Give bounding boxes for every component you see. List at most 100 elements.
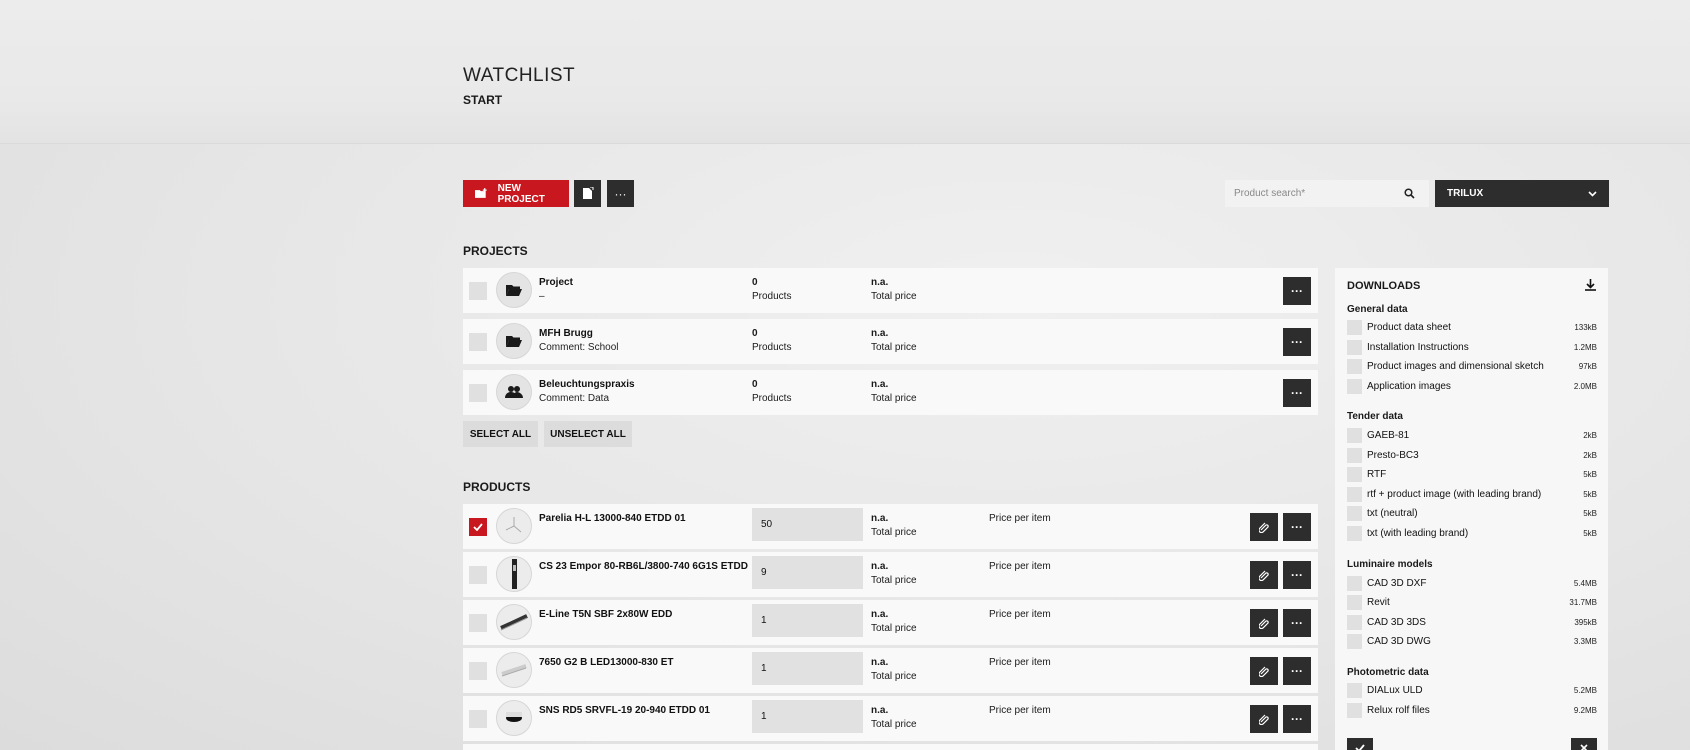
product-more-button[interactable]: ···	[1283, 561, 1311, 589]
attach-button[interactable]	[1250, 657, 1278, 685]
project-row[interactable]: MFH Brugg Comment: School 0 Products n.a…	[463, 319, 1318, 364]
search-icon[interactable]	[1404, 188, 1415, 199]
users-icon	[496, 374, 532, 410]
download-item[interactable]: CAD 3D DXF 5.4MB	[1347, 576, 1597, 592]
attach-button[interactable]	[1250, 561, 1278, 589]
download-checkbox[interactable]	[1347, 320, 1362, 335]
download-checkbox[interactable]	[1347, 379, 1362, 394]
project-checkbox[interactable]	[469, 384, 487, 402]
download-checkbox[interactable]	[1347, 634, 1362, 649]
quantity-input[interactable]	[752, 604, 863, 637]
project-name[interactable]: MFH Brugg	[539, 328, 593, 339]
download-label: CAD 3D DXF	[1367, 578, 1427, 589]
product-name[interactable]: Parelia H-L 13000-840 ETDD 01	[539, 513, 686, 524]
product-checkbox[interactable]	[469, 614, 487, 632]
toolbar-more-button[interactable]: ···	[607, 180, 634, 207]
download-checkbox[interactable]	[1347, 428, 1362, 443]
product-checkbox[interactable]	[469, 662, 487, 680]
product-row[interactable]: SNS RD5 SRVFL-19 20-940 ETDD 01 n.a. Tot…	[463, 696, 1318, 741]
project-total-price-label: Total price	[871, 393, 917, 404]
download-item[interactable]: Product images and dimensional sketch 97k…	[1347, 359, 1597, 375]
download-checkbox[interactable]	[1347, 683, 1362, 698]
product-row[interactable]: E-Line T5N SBF 2x80W EDD n.a. Total pric…	[463, 600, 1318, 645]
cancel-download-button[interactable]	[1571, 738, 1597, 750]
more-label: ···	[1291, 335, 1303, 349]
product-more-button[interactable]: ···	[1283, 513, 1311, 541]
quantity-input[interactable]	[752, 556, 863, 589]
download-item[interactable]: txt (with leading brand) 5kB	[1347, 526, 1597, 542]
quantity-input[interactable]	[752, 700, 863, 733]
product-name[interactable]: 7650 G2 B LED13000-830 ET	[539, 657, 674, 668]
download-checkbox[interactable]	[1347, 448, 1362, 463]
product-search-input[interactable]	[1234, 188, 1404, 199]
confirm-download-button[interactable]	[1347, 738, 1373, 750]
attach-button[interactable]	[1250, 705, 1278, 733]
project-total-price: n.a.	[871, 277, 889, 288]
download-checkbox[interactable]	[1347, 506, 1362, 521]
product-more-button[interactable]: ···	[1283, 657, 1311, 685]
product-row[interactable]: CS 23 Empor 80-RB6L/3800-740 6G1S ETDD n…	[463, 552, 1318, 597]
download-item[interactable]: CAD 3D DWG 3.3MB	[1347, 634, 1597, 650]
folder-open-icon	[496, 272, 532, 308]
download-item[interactable]: txt (neutral) 5kB	[1347, 506, 1597, 522]
product-name[interactable]: CS 23 Empor 80-RB6L/3800-740 6G1S ETDD	[539, 561, 748, 572]
project-name[interactable]: Project	[539, 277, 573, 288]
project-name[interactable]: Beleuchtungspraxis	[539, 379, 635, 390]
project-more-button[interactable]: ···	[1283, 277, 1311, 305]
product-row[interactable]	[463, 744, 1318, 750]
download-icon[interactable]	[1585, 279, 1596, 291]
downloads-title: DOWNLOADS	[1347, 280, 1421, 292]
download-label: txt (neutral)	[1367, 508, 1418, 519]
project-total-price-label: Total price	[871, 342, 917, 353]
new-project-button[interactable]: NEW PROJECT	[463, 180, 569, 207]
quantity-input[interactable]	[752, 652, 863, 685]
product-more-button[interactable]: ···	[1283, 705, 1311, 733]
product-row[interactable]: 7650 G2 B LED13000-830 ET n.a. Total pri…	[463, 648, 1318, 693]
download-checkbox[interactable]	[1347, 359, 1362, 374]
project-checkbox[interactable]	[469, 333, 487, 351]
download-item[interactable]: RTF 5kB	[1347, 467, 1597, 483]
breadcrumb[interactable]: START	[463, 93, 502, 107]
attach-button[interactable]	[1250, 513, 1278, 541]
project-row[interactable]: Project – 0 Products n.a. Total price ··…	[463, 268, 1318, 313]
project-more-button[interactable]: ···	[1283, 328, 1311, 356]
check-icon	[1355, 744, 1365, 750]
product-name[interactable]: SNS RD5 SRVFL-19 20-940 ETDD 01	[539, 705, 710, 716]
download-checkbox[interactable]	[1347, 703, 1362, 718]
download-checkbox[interactable]	[1347, 467, 1362, 482]
download-size: 9.2MB	[1573, 706, 1597, 715]
brand-select[interactable]: TRILUX	[1435, 180, 1609, 207]
download-item[interactable]: GAEB-81 2kB	[1347, 428, 1597, 444]
download-item[interactable]: Product data sheet 133kB	[1347, 320, 1597, 336]
project-more-button[interactable]: ···	[1283, 379, 1311, 407]
download-item[interactable]: Application images 2.0MB	[1347, 379, 1597, 395]
product-checkbox[interactable]	[469, 518, 487, 536]
select-all-button[interactable]: SELECT ALL	[463, 421, 538, 447]
download-checkbox[interactable]	[1347, 615, 1362, 630]
quantity-input[interactable]	[752, 508, 863, 541]
more-label: ···	[1291, 664, 1303, 678]
attach-button[interactable]	[1250, 609, 1278, 637]
download-item[interactable]: CAD 3D 3DS 395kB	[1347, 615, 1597, 631]
download-item[interactable]: rtf + product image (with leading brand)…	[1347, 487, 1597, 503]
download-checkbox[interactable]	[1347, 595, 1362, 610]
product-name[interactable]: E-Line T5N SBF 2x80W EDD	[539, 609, 672, 620]
download-item[interactable]: Revit 31.7MB	[1347, 595, 1597, 611]
download-checkbox[interactable]	[1347, 576, 1362, 591]
product-checkbox[interactable]	[469, 710, 487, 728]
export-document-button[interactable]	[574, 180, 601, 207]
project-row[interactable]: Beleuchtungspraxis Comment: Data 0 Produ…	[463, 370, 1318, 415]
product-checkbox[interactable]	[469, 566, 487, 584]
project-checkbox[interactable]	[469, 282, 487, 300]
download-item[interactable]: Relux rolf files 9.2MB	[1347, 703, 1597, 719]
download-checkbox[interactable]	[1347, 487, 1362, 502]
download-item[interactable]: Installation Instructions 1.2MB	[1347, 340, 1597, 356]
download-label: RTF	[1367, 469, 1387, 480]
unselect-all-button[interactable]: UNSELECT ALL	[544, 421, 632, 447]
product-more-button[interactable]: ···	[1283, 609, 1311, 637]
download-checkbox[interactable]	[1347, 340, 1362, 355]
download-checkbox[interactable]	[1347, 526, 1362, 541]
download-item[interactable]: Presto-BC3 2kB	[1347, 448, 1597, 464]
product-row[interactable]: Parelia H-L 13000-840 ETDD 01 n.a. Total…	[463, 504, 1318, 549]
download-item[interactable]: DIALux ULD 5.2MB	[1347, 683, 1597, 699]
